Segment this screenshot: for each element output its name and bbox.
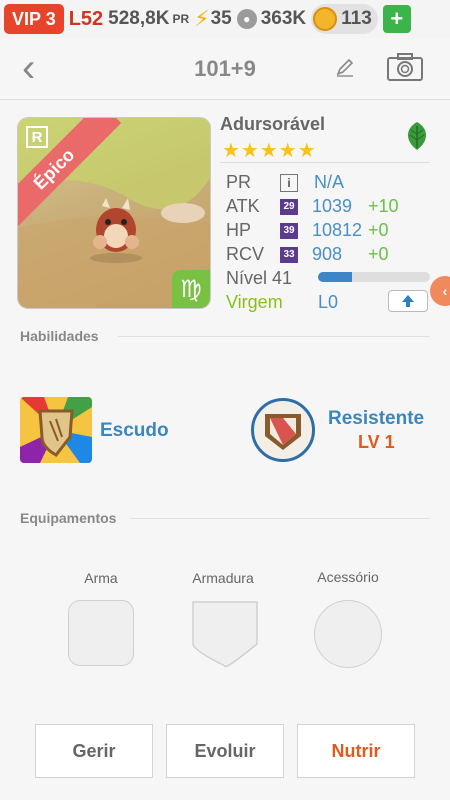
pr-value: N/A	[314, 172, 345, 192]
feed-button[interactable]: Nutrir	[297, 724, 415, 778]
atk-label: ATK	[226, 196, 260, 216]
sign-label: Virgem	[226, 292, 283, 312]
camera-icon[interactable]	[386, 52, 424, 87]
sign-value: L0	[318, 292, 339, 312]
coins-pill: 113	[311, 4, 378, 34]
skill-name-resistant: Resistente	[328, 408, 425, 429]
divider	[130, 518, 430, 519]
coins-value: 113	[341, 8, 372, 29]
level-row: Nível 41	[226, 268, 292, 289]
power-value: 528,8K	[108, 8, 170, 29]
atk-value: 1039	[312, 196, 353, 216]
power-unit: PR	[172, 12, 190, 26]
weapon-slot[interactable]	[68, 600, 134, 666]
armor-slot[interactable]	[191, 600, 259, 673]
energy-value: 35	[210, 8, 232, 29]
virgo-icon: ♍	[172, 270, 210, 308]
hp-row: HP 39 10812 +0	[226, 220, 389, 241]
rank-badge: R	[26, 126, 48, 148]
vip-badge[interactable]: VIP 3	[4, 4, 64, 34]
divider	[220, 162, 430, 163]
pencil-icon[interactable]	[334, 56, 356, 83]
monster-card[interactable]: R Épico ♍	[18, 118, 210, 308]
accessory-label: Acessório	[317, 569, 379, 585]
level-progress-bar	[318, 272, 430, 282]
weapon-label: Arma	[84, 570, 118, 586]
sign-row: Virgem L0	[226, 292, 374, 313]
manage-button[interactable]: Gerir	[35, 724, 153, 778]
level-label: Nível 41	[226, 268, 293, 288]
page-header: ‹ 101+9	[0, 38, 450, 100]
food-stat: ● 363K	[236, 8, 307, 30]
food-value: 363K	[260, 8, 307, 29]
player-level: L52	[68, 7, 104, 30]
resistant-skill-icon[interactable]	[251, 398, 315, 462]
add-coins-button[interactable]: +	[382, 5, 411, 33]
rcv-bonus: +0	[368, 244, 389, 264]
info-icon[interactable]: i	[280, 173, 298, 192]
evolve-button[interactable]: Evoluir	[166, 724, 284, 778]
rcv-value: 908	[312, 244, 343, 264]
rcv-label: RCV	[226, 244, 265, 264]
upgrade-button[interactable]	[388, 290, 428, 312]
coin-icon	[313, 7, 338, 31]
lightning-icon: ⚡	[194, 6, 210, 31]
pr-label: PR	[226, 172, 252, 192]
rcv-row: RCV 33 908 +0	[226, 244, 389, 265]
hp-badge: 39	[280, 222, 298, 239]
atk-bonus: +10	[368, 196, 399, 216]
divider	[118, 336, 430, 337]
energy-stat: ⚡ 35	[194, 6, 232, 32]
side-tab-button[interactable]: ‹	[430, 276, 450, 306]
leaf-icon	[402, 120, 432, 157]
rcv-badge: 33	[280, 246, 298, 263]
hp-value: 10812	[312, 220, 363, 240]
shield-skill-icon[interactable]	[20, 397, 92, 463]
atk-badge: 29	[280, 198, 298, 215]
page-title: 101+9	[194, 56, 256, 81]
skills-section-label: Habilidades	[20, 328, 99, 344]
atk-row: ATK 29 1039 +10	[226, 196, 399, 217]
hp-bonus: +0	[368, 220, 389, 240]
equipment-section-label: Equipamentos	[20, 510, 117, 526]
paw-icon: ●	[236, 9, 257, 29]
hp-label: HP	[226, 220, 252, 240]
status-bar: VIP 3 L52 528,8K PR ⚡ 35 ● 363K 113 +	[0, 0, 450, 38]
level-progress-fill	[318, 272, 352, 282]
power-stat: 528,8K PR	[108, 8, 189, 30]
armor-label: Armadura	[192, 570, 254, 586]
skill-level: LV 1	[358, 432, 395, 452]
monster-name: Adursorável	[220, 114, 326, 134]
pr-row: PR i N/A	[226, 172, 370, 193]
star-rating: ★★★★★	[222, 140, 317, 162]
accessory-slot[interactable]	[314, 600, 382, 668]
skill-name-shield: Escudo	[100, 420, 169, 441]
arrow-up-icon	[402, 295, 414, 307]
